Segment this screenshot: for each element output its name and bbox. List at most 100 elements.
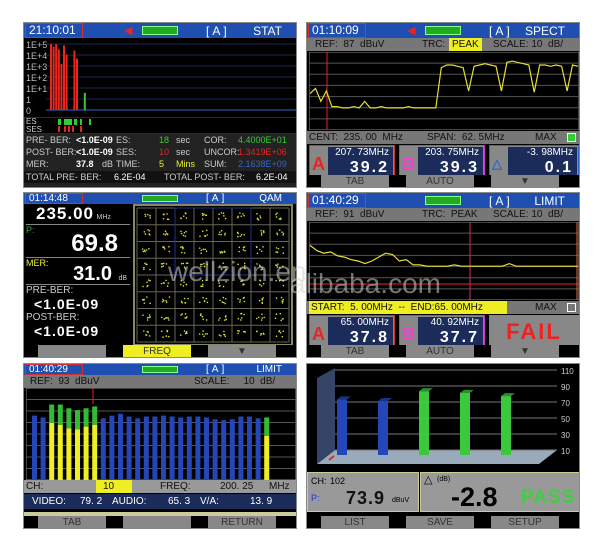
- symbol-point: [199, 235, 201, 238]
- symbol-point: [182, 215, 185, 217]
- symbol-point: [244, 265, 246, 267]
- symbol-point: [180, 217, 182, 219]
- channel-level-screen: 01:40:29 [A] LIMIT REF: 93 dBuV SCALE: 10 d…: [23, 363, 297, 529]
- symbol-point: [243, 300, 246, 303]
- marker-delta[interactable]: △ -3. 98MHz 0.1: [489, 145, 579, 179]
- symbol-point: [219, 284, 221, 287]
- marker-b[interactable]: B 203. 75MHz 39.3: [399, 145, 485, 179]
- limit-screen: 01:40:29 [A] LIMIT REF: 91 dBuV TRC: PEAK SC…: [306, 192, 580, 358]
- symbol-point: [204, 214, 207, 217]
- setup-button[interactable]: SETUP: [491, 516, 559, 528]
- blank-button[interactable]: [123, 516, 191, 528]
- span-bar: CENT: 235. 00 MHz SPAN: 62. 5MHz MAX: [307, 131, 579, 144]
- mer-unit: dB: [102, 159, 114, 169]
- channel-bar: [264, 435, 270, 480]
- symbol-point: [224, 335, 227, 338]
- error-bar: [60, 63, 63, 110]
- marker-a[interactable]: A 207. 73MHz 39.2: [309, 145, 395, 179]
- blank-button[interactable]: [38, 345, 106, 357]
- symbol-point: [275, 313, 278, 315]
- ses-label: SES: [26, 125, 43, 134]
- channel-value[interactable]: 10: [96, 480, 132, 493]
- auto-button[interactable]: AUTO: [406, 345, 474, 357]
- freq-label: FREQ:: [160, 481, 191, 492]
- scan-bar: [419, 391, 429, 455]
- error-bar: [76, 58, 78, 110]
- return-button[interactable]: RETURN: [208, 516, 276, 528]
- symbol-point: [277, 247, 280, 250]
- symbol-point: [282, 246, 284, 249]
- channel-bar: [221, 420, 227, 480]
- max-hold-checkbox[interactable]: [567, 133, 576, 142]
- symbol-point: [282, 317, 284, 320]
- channel-bar: [143, 416, 149, 480]
- screen-title: SPECT: [524, 24, 565, 38]
- qam-readouts: 235.00 MHz P: 69.8 MER: 31.0 dB PRE-BER: <1…: [26, 204, 130, 346]
- clock: 01:40:29: [25, 364, 83, 375]
- freq-button[interactable]: FREQ: [123, 345, 191, 357]
- ref-level: REF: 93 dBuV: [30, 376, 100, 387]
- list-button[interactable]: LIST: [321, 516, 389, 528]
- symbol-point: [165, 301, 168, 304]
- total-total-pre-label: TOTAL PRE- BER:: [26, 172, 102, 182]
- more-button[interactable]: ▼: [491, 175, 559, 187]
- symbol-point: [163, 318, 165, 320]
- more-button[interactable]: ▼: [208, 345, 276, 357]
- battery-icon: [425, 196, 461, 205]
- symbol-point: [224, 234, 226, 236]
- symbol-point: [224, 316, 227, 318]
- save-button[interactable]: SAVE: [406, 516, 474, 528]
- symbol-point: [144, 215, 147, 218]
- symbol-point: [180, 314, 182, 316]
- symbol-point: [275, 216, 278, 218]
- symbol-point: [184, 235, 187, 237]
- marker-b[interactable]: B 40. 92MHz 37.7: [399, 315, 485, 349]
- symbol-point: [182, 234, 185, 237]
- tab-button[interactable]: TAB: [321, 345, 389, 357]
- symbol-point: [148, 248, 150, 250]
- symbol-point: [275, 247, 278, 249]
- trace-mode[interactable]: PEAK: [449, 38, 482, 51]
- mer-value: 31.0: [73, 263, 112, 285]
- symbol-point: [146, 213, 149, 216]
- channel-bar-top: [83, 408, 89, 427]
- marker-a-label: A: [312, 154, 325, 174]
- ref-bar: REF: 91 dBuV TRC: PEAK SCALE: 10 dB/: [307, 208, 579, 221]
- marker-b-freq: 203. 75MHz: [425, 147, 479, 158]
- symbol-point: [281, 231, 283, 233]
- spectrum-screen: 01:10:09 ◀ [A] SPECT REF: 87 dBuV TRC: PEAK SC…: [306, 22, 580, 188]
- symbol-point: [256, 252, 259, 255]
- marker-a[interactable]: A 65. 00MHz 37.8: [309, 315, 395, 349]
- status-header: 21:10:01 ◀ [A] STAT: [24, 23, 296, 38]
- symbol-point: [201, 263, 203, 266]
- video-value: 79. 2: [80, 496, 103, 507]
- tab-button[interactable]: TAB: [321, 175, 389, 187]
- tab-button[interactable]: TAB: [38, 516, 106, 528]
- symbol-point: [146, 285, 149, 288]
- symbol-point: [282, 284, 285, 287]
- symbol-point: [202, 330, 204, 332]
- symbol-point: [166, 213, 168, 215]
- symbol-point: [145, 249, 148, 251]
- symbol-point: [218, 334, 221, 336]
- symbol-point: [243, 246, 246, 248]
- screen-title: STAT: [253, 24, 282, 38]
- symbol-point: [239, 235, 242, 238]
- more-button[interactable]: ▼: [491, 345, 559, 357]
- symbol-point: [221, 251, 224, 254]
- floor: [317, 450, 557, 464]
- error-bar: [73, 50, 76, 110]
- side-wall: [317, 368, 335, 464]
- symbol-point: [243, 330, 246, 333]
- marker-a-label: A: [312, 324, 325, 344]
- scan-bar-top: [378, 398, 392, 401]
- stat-cell: Mins: [176, 159, 196, 169]
- stat-cell: 37.8: [76, 159, 94, 169]
- symbol-point: [282, 265, 284, 268]
- symbol-point: [146, 319, 149, 321]
- auto-button[interactable]: AUTO: [406, 175, 474, 187]
- symbol-point: [243, 214, 245, 217]
- max-hold-checkbox[interactable]: [567, 303, 576, 312]
- symbol-point: [237, 232, 240, 235]
- stat-cell: <1.0E-09: [76, 135, 113, 145]
